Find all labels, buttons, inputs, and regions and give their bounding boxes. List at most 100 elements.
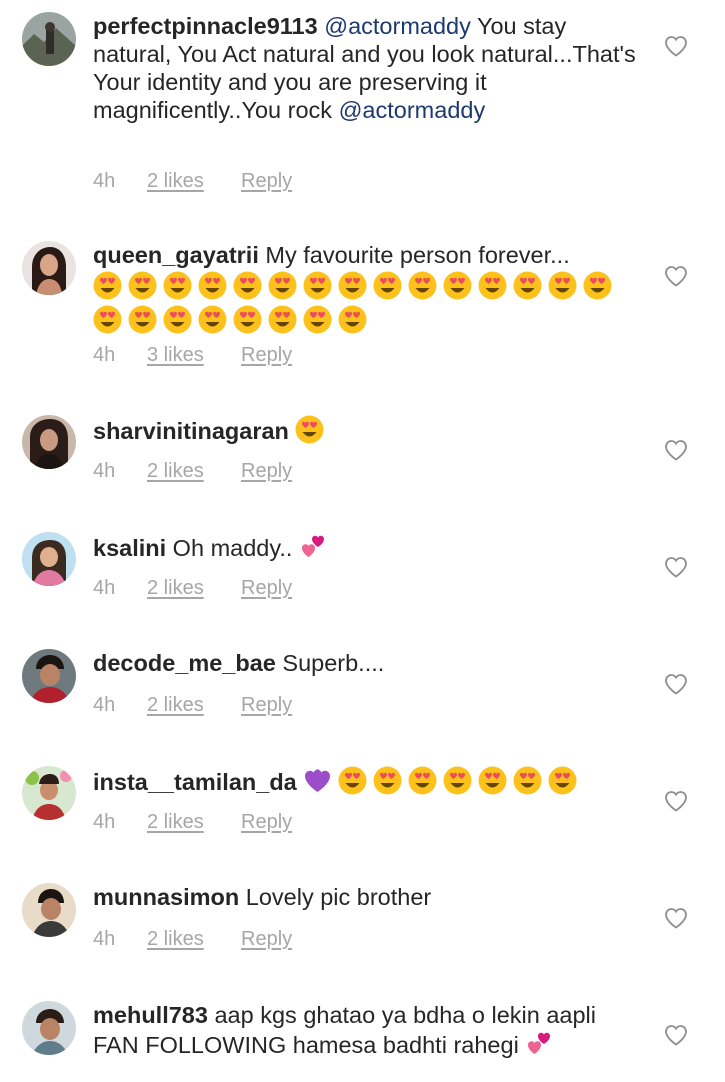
comment-username[interactable]: mehull783 bbox=[93, 1002, 208, 1028]
likes-link[interactable]: 3 likes bbox=[147, 343, 241, 367]
mention-link[interactable]: @actormaddy bbox=[339, 97, 486, 123]
comment-meta: 4h 2 likes Reply bbox=[93, 459, 292, 483]
avatar[interactable] bbox=[22, 766, 76, 820]
heart-eyes-emoji bbox=[233, 305, 262, 334]
heart-eyes-emoji bbox=[163, 271, 192, 300]
heart-eyes-emoji bbox=[513, 271, 542, 300]
heart-eyes-emoji bbox=[233, 271, 262, 300]
reply-link[interactable]: Reply bbox=[241, 927, 292, 951]
heart-eyes-emoji bbox=[373, 271, 402, 300]
heart-eyes-emoji bbox=[303, 271, 332, 300]
heart-eyes-emoji bbox=[513, 766, 542, 795]
heart-eyes-emoji bbox=[295, 415, 324, 444]
comment-meta: 4h 2 likes Reply bbox=[93, 810, 292, 834]
heart-eyes-emoji bbox=[303, 305, 332, 334]
avatar[interactable] bbox=[22, 649, 76, 703]
comment-text: decode_me_bae Superb.... bbox=[93, 649, 643, 677]
like-heart-icon[interactable] bbox=[664, 556, 688, 578]
mention-link[interactable]: @actormaddy bbox=[324, 13, 471, 39]
comment-time: 4h bbox=[93, 344, 116, 366]
avatar[interactable] bbox=[22, 12, 76, 66]
like-heart-icon[interactable] bbox=[664, 1024, 688, 1046]
heart-eyes-emoji bbox=[443, 271, 472, 300]
heart-eyes-emoji bbox=[408, 271, 437, 300]
avatar[interactable] bbox=[22, 415, 76, 469]
likes-link[interactable]: 2 likes bbox=[147, 459, 241, 483]
heart-eyes-emoji bbox=[478, 766, 507, 795]
heart-eyes-emoji bbox=[268, 271, 297, 300]
comment-body: Lovely pic brother bbox=[239, 884, 432, 910]
two-hearts-emoji bbox=[299, 532, 328, 561]
comment-meta: 4h 2 likes Reply bbox=[93, 927, 292, 951]
like-heart-icon[interactable] bbox=[664, 35, 688, 57]
comment-text: insta__tamilan_da bbox=[93, 766, 643, 796]
comment-time: 4h bbox=[93, 928, 116, 950]
heart-eyes-emoji bbox=[338, 271, 367, 300]
reply-link[interactable]: Reply bbox=[241, 343, 292, 367]
comment-username[interactable]: ksalini bbox=[93, 535, 166, 561]
likes-link[interactable]: 2 likes bbox=[147, 169, 241, 193]
heart-eyes-emoji bbox=[548, 271, 577, 300]
heart-eyes-emoji bbox=[128, 305, 157, 334]
purple-heart-emoji bbox=[303, 766, 332, 795]
avatar[interactable] bbox=[22, 883, 76, 937]
heart-eyes-emoji bbox=[408, 766, 437, 795]
heart-eyes-emoji bbox=[268, 305, 297, 334]
reply-link[interactable]: Reply bbox=[241, 169, 292, 193]
comment-text: sharvinitinagaran bbox=[93, 415, 643, 445]
comment-username[interactable]: perfectpinnacle9113 bbox=[93, 13, 318, 39]
reply-link[interactable]: Reply bbox=[241, 810, 292, 834]
comment-username[interactable]: munnasimon bbox=[93, 884, 239, 910]
comment-time: 4h bbox=[93, 170, 116, 192]
comment-meta: 4h 2 likes Reply bbox=[93, 693, 292, 717]
heart-eyes-emoji bbox=[93, 305, 122, 334]
heart-eyes-emoji bbox=[443, 766, 472, 795]
comment-username[interactable]: decode_me_bae bbox=[93, 650, 276, 676]
heart-eyes-emoji bbox=[338, 305, 367, 334]
emoji-row bbox=[93, 270, 633, 338]
comment-time: 4h bbox=[93, 460, 116, 482]
heart-eyes-emoji bbox=[583, 271, 612, 300]
comment-meta: 4h 2 likes Reply bbox=[93, 169, 292, 193]
avatar[interactable] bbox=[22, 532, 76, 586]
likes-link[interactable]: 2 likes bbox=[147, 927, 241, 951]
emoji-row bbox=[338, 766, 583, 795]
comment-body: Oh maddy.. bbox=[166, 535, 293, 561]
avatar[interactable] bbox=[22, 1001, 76, 1055]
heart-eyes-emoji bbox=[338, 766, 367, 795]
likes-link[interactable]: 2 likes bbox=[147, 576, 241, 600]
comment-text: queen_gayatrii My favourite person forev… bbox=[93, 241, 643, 338]
heart-eyes-emoji bbox=[163, 305, 192, 334]
like-heart-icon[interactable] bbox=[664, 907, 688, 929]
heart-eyes-emoji bbox=[548, 766, 577, 795]
like-heart-icon[interactable] bbox=[664, 790, 688, 812]
comment-username[interactable]: sharvinitinagaran bbox=[93, 418, 289, 444]
like-heart-icon[interactable] bbox=[664, 673, 688, 695]
likes-link[interactable]: 2 likes bbox=[147, 693, 241, 717]
comment-body: Superb.... bbox=[275, 650, 385, 676]
heart-eyes-emoji bbox=[198, 271, 227, 300]
comment-meta: 4h 2 likes Reply bbox=[93, 576, 292, 600]
reply-link[interactable]: Reply bbox=[241, 459, 292, 483]
comment-text: munnasimon Lovely pic brother bbox=[93, 883, 643, 911]
reply-link[interactable]: Reply bbox=[241, 693, 292, 717]
heart-eyes-emoji bbox=[478, 271, 507, 300]
heart-eyes-emoji bbox=[93, 271, 122, 300]
reply-link[interactable]: Reply bbox=[241, 576, 292, 600]
heart-eyes-emoji bbox=[128, 271, 157, 300]
comment-time: 4h bbox=[93, 811, 116, 833]
comment-text: mehull783 aap kgs ghatao ya bdha o lekin… bbox=[93, 1001, 643, 1059]
avatar[interactable] bbox=[22, 241, 76, 295]
heart-eyes-emoji bbox=[198, 305, 227, 334]
like-heart-icon[interactable] bbox=[664, 439, 688, 461]
comment-username[interactable]: insta__tamilan_da bbox=[93, 769, 297, 795]
comment-body: My favourite person forever... bbox=[258, 242, 570, 268]
comment-text: perfectpinnacle9113 @actormaddy You stay… bbox=[93, 12, 643, 124]
two-hearts-emoji bbox=[525, 1029, 554, 1058]
comment-username[interactable]: queen_gayatrii bbox=[93, 242, 259, 268]
heart-eyes-emoji bbox=[373, 766, 402, 795]
likes-link[interactable]: 2 likes bbox=[147, 810, 241, 834]
comment-time: 4h bbox=[93, 694, 116, 716]
comment-text: ksalini Oh maddy.. bbox=[93, 532, 643, 562]
like-heart-icon[interactable] bbox=[664, 265, 688, 287]
